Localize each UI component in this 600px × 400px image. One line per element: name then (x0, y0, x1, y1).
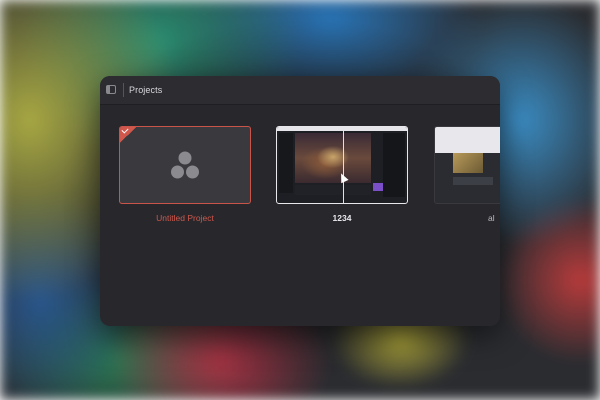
thumbnail-chat (383, 133, 405, 197)
titlebar: Projects (100, 76, 500, 105)
project-tile-1234[interactable] (276, 126, 408, 204)
project-label-untitled[interactable]: Untitled Project (119, 213, 251, 223)
project-label-1234[interactable]: 1234 (276, 213, 408, 223)
window-title: Projects (129, 85, 163, 95)
sidebar-toggle-icon[interactable] (106, 85, 116, 94)
thumbnail-image (453, 153, 483, 173)
project-label-partial[interactable]: al (488, 213, 500, 223)
playhead-line (343, 131, 344, 203)
checkmark-icon (121, 127, 129, 134)
title-divider (123, 83, 124, 97)
thumbnail-browser-bar (277, 127, 407, 131)
thumbnail-browser-bar (435, 127, 500, 153)
davinci-resolve-logo-icon (171, 151, 199, 179)
thumbnail-video (295, 133, 371, 183)
thumbnail-info (295, 185, 371, 195)
thumbnail-row (453, 177, 493, 185)
selected-corner-badge (120, 127, 136, 143)
thumbnail-button (373, 183, 383, 191)
projects-window: Projects Untitled Project 1234 al (100, 76, 500, 326)
thumbnail-sidebar (279, 133, 293, 193)
project-tile-untitled[interactable] (119, 126, 251, 204)
project-tile-partial[interactable] (434, 126, 500, 204)
